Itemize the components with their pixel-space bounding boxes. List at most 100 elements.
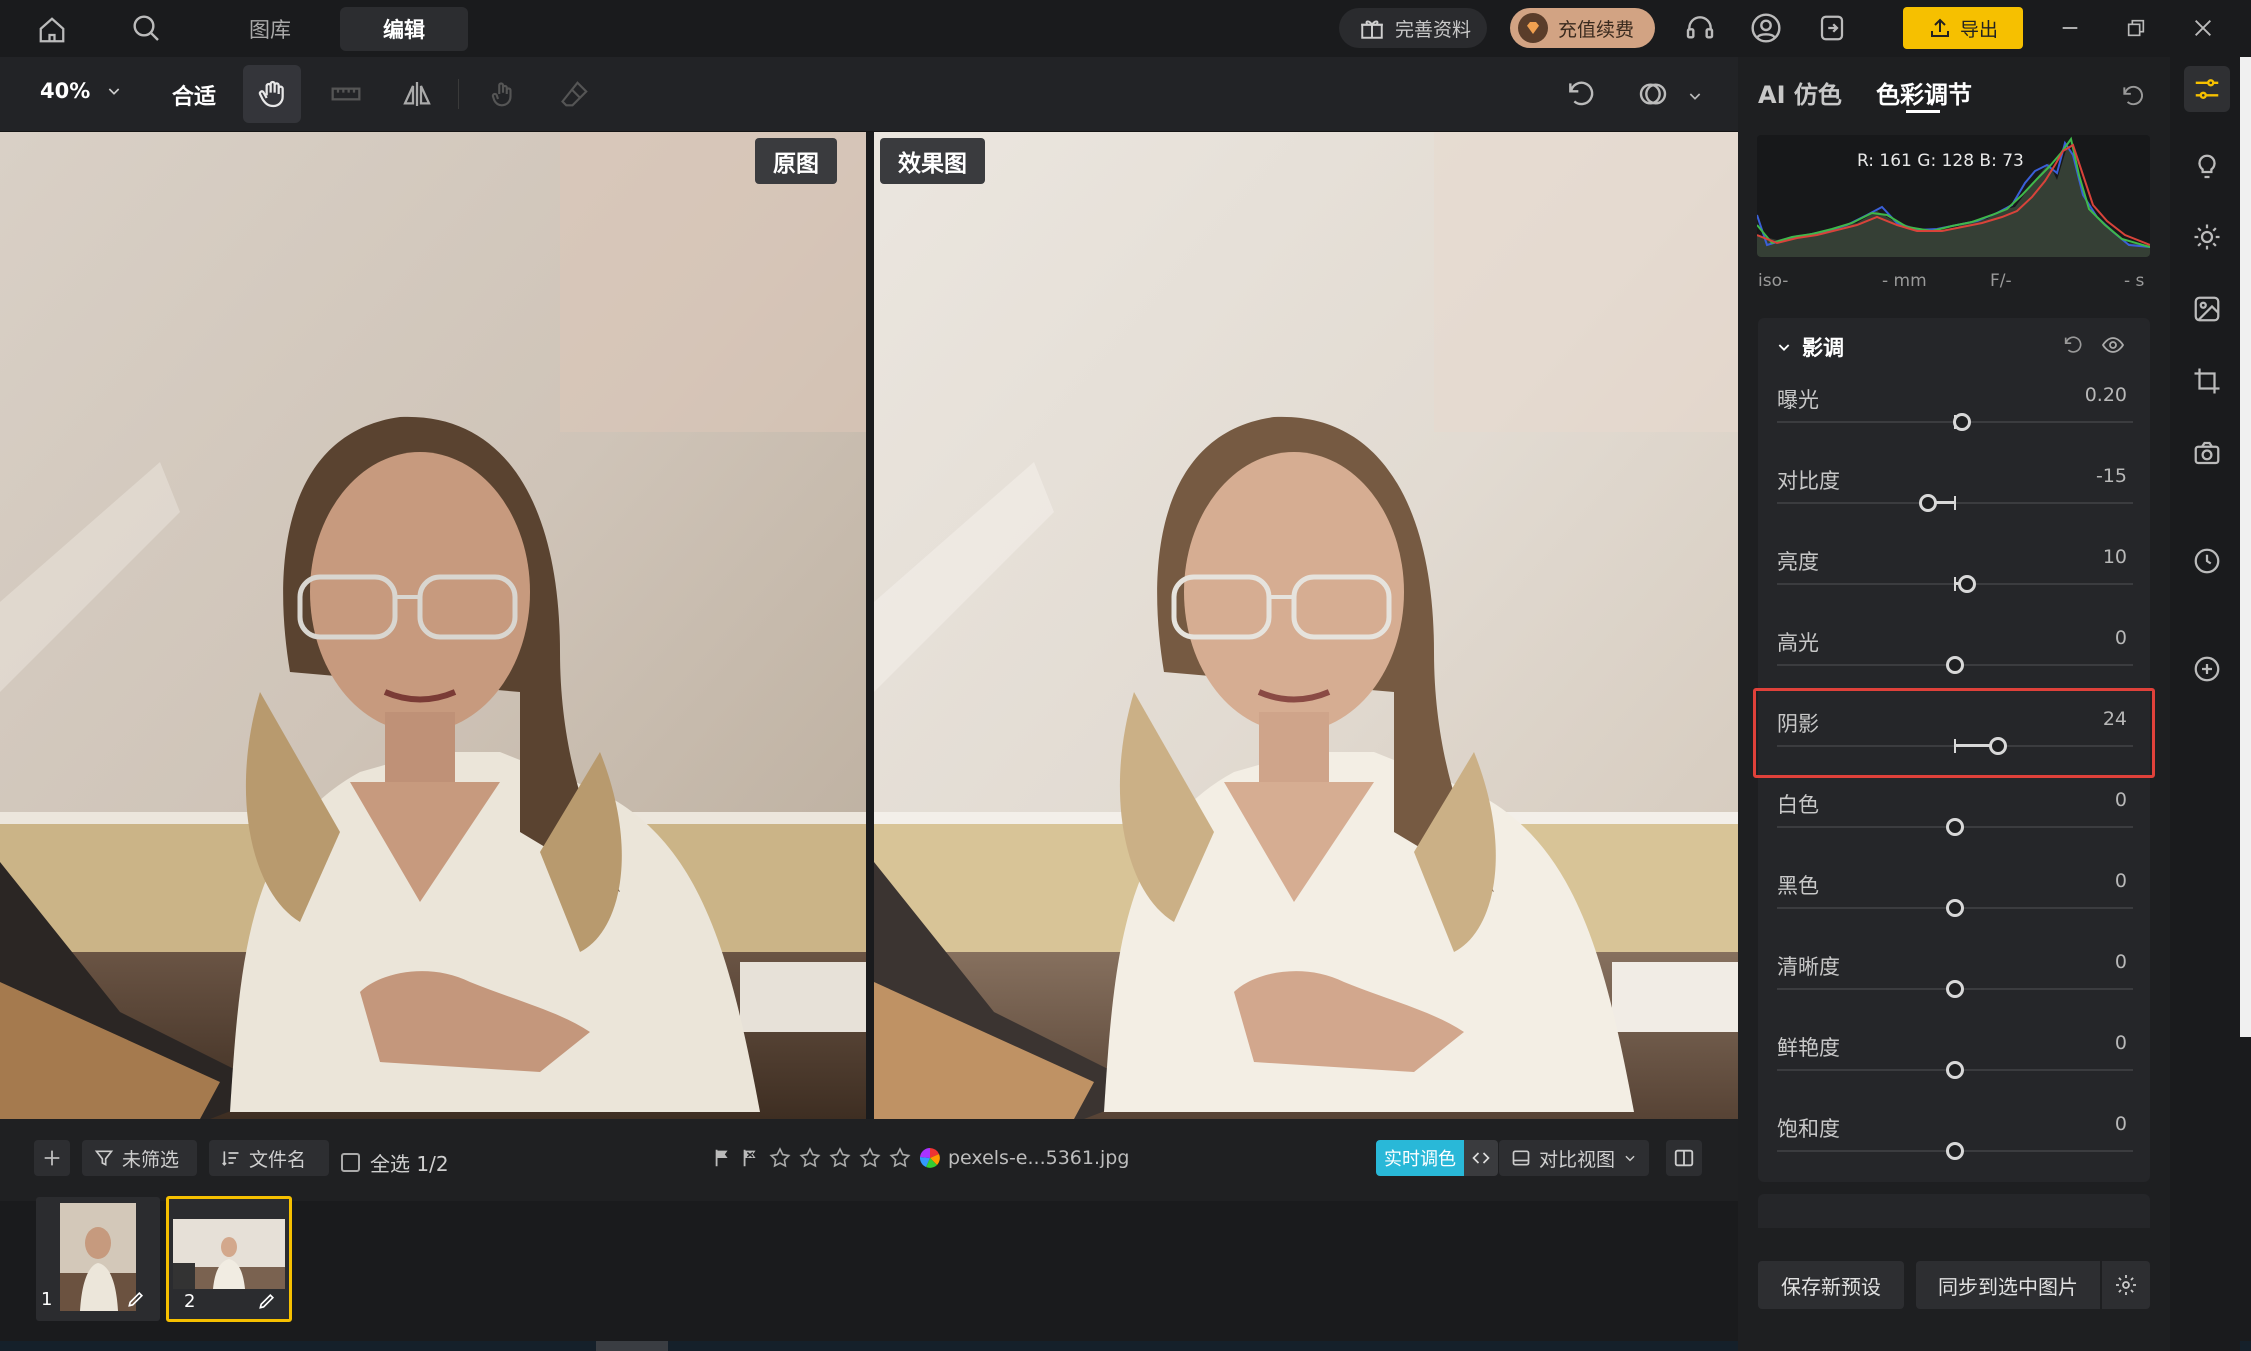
import-icon[interactable] [1812, 8, 1852, 48]
recharge-label: 充值续费 [1558, 18, 1635, 41]
headset-icon[interactable] [1680, 8, 1720, 48]
slider-contrast[interactable]: 对比度 -15 [1777, 465, 2133, 546]
restore-icon[interactable] [2116, 10, 2156, 46]
split-view-button[interactable] [1666, 1140, 1702, 1176]
slider-knob[interactable] [1946, 1061, 1964, 1079]
search-icon[interactable] [126, 8, 166, 48]
rating-bar [712, 1146, 942, 1170]
slider-knob[interactable] [1946, 818, 1964, 836]
slider-brightness[interactable]: 亮度 10 [1777, 546, 2133, 627]
collapsed-section[interactable] [1758, 1194, 2150, 1228]
reject-flag-icon[interactable] [740, 1147, 762, 1169]
home-icon[interactable] [32, 10, 72, 50]
section-reset-icon[interactable] [2056, 328, 2090, 362]
select-all-checkbox[interactable]: 全选 1/2 [341, 1148, 449, 1177]
add-button[interactable] [34, 1140, 70, 1176]
photo-icon[interactable] [2184, 286, 2230, 332]
slider-blacks[interactable]: 黑色 0 [1777, 870, 2133, 951]
tab-edit[interactable]: 编辑 [340, 7, 468, 51]
user-icon[interactable] [1746, 8, 1786, 48]
meta-shutter: - s [2124, 271, 2145, 291]
histogram: R: 161 G: 128 B: 73 [1757, 135, 2150, 257]
recharge-button[interactable]: 充值续费 [1510, 8, 1655, 48]
slider-exposure[interactable]: 曝光 0.20 [1777, 384, 2133, 465]
slider-knob[interactable] [1946, 980, 1964, 998]
tab-color-adjust[interactable]: 色彩调节 [1876, 75, 1972, 110]
thumbnail-1[interactable]: 1 [36, 1197, 160, 1321]
flip-icon[interactable] [396, 73, 438, 115]
add-circle-icon[interactable] [2184, 646, 2230, 692]
tab-ai-color[interactable]: AI 仿色 [1758, 75, 1842, 110]
compare-overlay-icon[interactable] [1632, 73, 1674, 115]
slider-whites[interactable]: 白色 0 [1777, 789, 2133, 870]
original-image-pane[interactable] [0, 132, 866, 1119]
effect-photo [874, 132, 1738, 1119]
plus-icon [44, 1150, 60, 1166]
shadows-highlight-box [1753, 688, 2155, 778]
eraser-icon[interactable] [554, 73, 596, 115]
color-label-icon[interactable] [918, 1146, 942, 1170]
sync-button[interactable]: 同步到选中图片 [1916, 1261, 2100, 1309]
slider-value[interactable]: 0.20 [2085, 384, 2127, 406]
slider-value[interactable]: 0 [2115, 1113, 2127, 1135]
slider-saturation[interactable]: 饱和度 0 [1777, 1113, 2133, 1194]
reset-icon[interactable] [2115, 78, 2151, 114]
close-icon[interactable] [2183, 10, 2223, 46]
save-preset-button[interactable]: 保存新预设 [1758, 1261, 1904, 1309]
effect-image-pane[interactable] [874, 132, 1738, 1119]
live-tone-toggle[interactable]: 实时调色 [1376, 1140, 1498, 1176]
export-button[interactable]: 导出 [1903, 7, 2023, 49]
slider-value[interactable]: -15 [2096, 465, 2127, 487]
slider-value[interactable]: 0 [2115, 870, 2127, 892]
slider-clarity[interactable]: 清晰度 0 [1777, 951, 2133, 1032]
hand-tool-icon[interactable] [243, 65, 301, 123]
chevron-down-icon[interactable] [1684, 85, 1706, 107]
slider-knob[interactable] [1946, 1142, 1964, 1160]
scrollbar-thumb[interactable] [596, 1341, 668, 1351]
minimize-icon[interactable] [2050, 10, 2090, 46]
toolbar-divider [458, 79, 459, 109]
select-all-label: 全选 1/2 [370, 1152, 449, 1176]
bulb-icon[interactable] [2184, 144, 2230, 190]
star-icon[interactable] [798, 1146, 822, 1170]
fit-button[interactable]: 合适 [172, 79, 216, 111]
star-icon[interactable] [828, 1146, 852, 1170]
camera-icon[interactable] [2184, 430, 2230, 476]
filter-button[interactable]: 未筛选 [82, 1140, 197, 1176]
undo-icon[interactable] [1560, 73, 1602, 115]
complete-info-button[interactable]: 完善资料 [1339, 8, 1487, 48]
touch-icon[interactable] [482, 73, 524, 115]
view-mode-select[interactable]: 对比视图 [1499, 1140, 1649, 1176]
star-icon[interactable] [768, 1146, 792, 1170]
history-icon[interactable] [2184, 538, 2230, 584]
slider-label: 饱和度 [1777, 1117, 1840, 1141]
thumbnail-2[interactable]: 2 [166, 1196, 292, 1322]
star-icon[interactable] [858, 1146, 882, 1170]
zoom-select[interactable]: 40% [40, 79, 122, 103]
star-icon[interactable] [888, 1146, 912, 1170]
slider-value[interactable]: 0 [2115, 627, 2127, 649]
slider-value[interactable]: 10 [2103, 546, 2127, 568]
slider-knob[interactable] [1946, 656, 1964, 674]
slider-label: 对比度 [1777, 469, 1840, 493]
slider-knob[interactable] [1946, 899, 1964, 917]
gear-icon[interactable] [2102, 1261, 2150, 1309]
slider-value[interactable]: 0 [2115, 789, 2127, 811]
slider-value[interactable]: 0 [2115, 951, 2127, 973]
meta-iso: iso- [1758, 271, 1789, 291]
eye-icon[interactable] [2096, 328, 2130, 362]
slider-knob[interactable] [1958, 575, 1977, 593]
diamond-icon [1518, 13, 1548, 43]
ruler-icon[interactable] [325, 73, 367, 115]
sort-label: 文件名 [249, 1148, 307, 1171]
slider-vibrance[interactable]: 鲜艳度 0 [1777, 1032, 2133, 1113]
sun-icon[interactable] [2184, 214, 2230, 260]
sort-button[interactable]: 文件名 [209, 1140, 329, 1176]
crop-icon[interactable] [2184, 358, 2230, 404]
flag-icon[interactable] [712, 1147, 734, 1169]
tone-section-header[interactable]: 影调 [1776, 332, 1844, 362]
slider-value[interactable]: 0 [2115, 1032, 2127, 1054]
adjust-icon[interactable] [2184, 66, 2230, 112]
slider-knob[interactable] [1919, 494, 1938, 512]
tab-library[interactable]: 图库 [220, 7, 320, 51]
